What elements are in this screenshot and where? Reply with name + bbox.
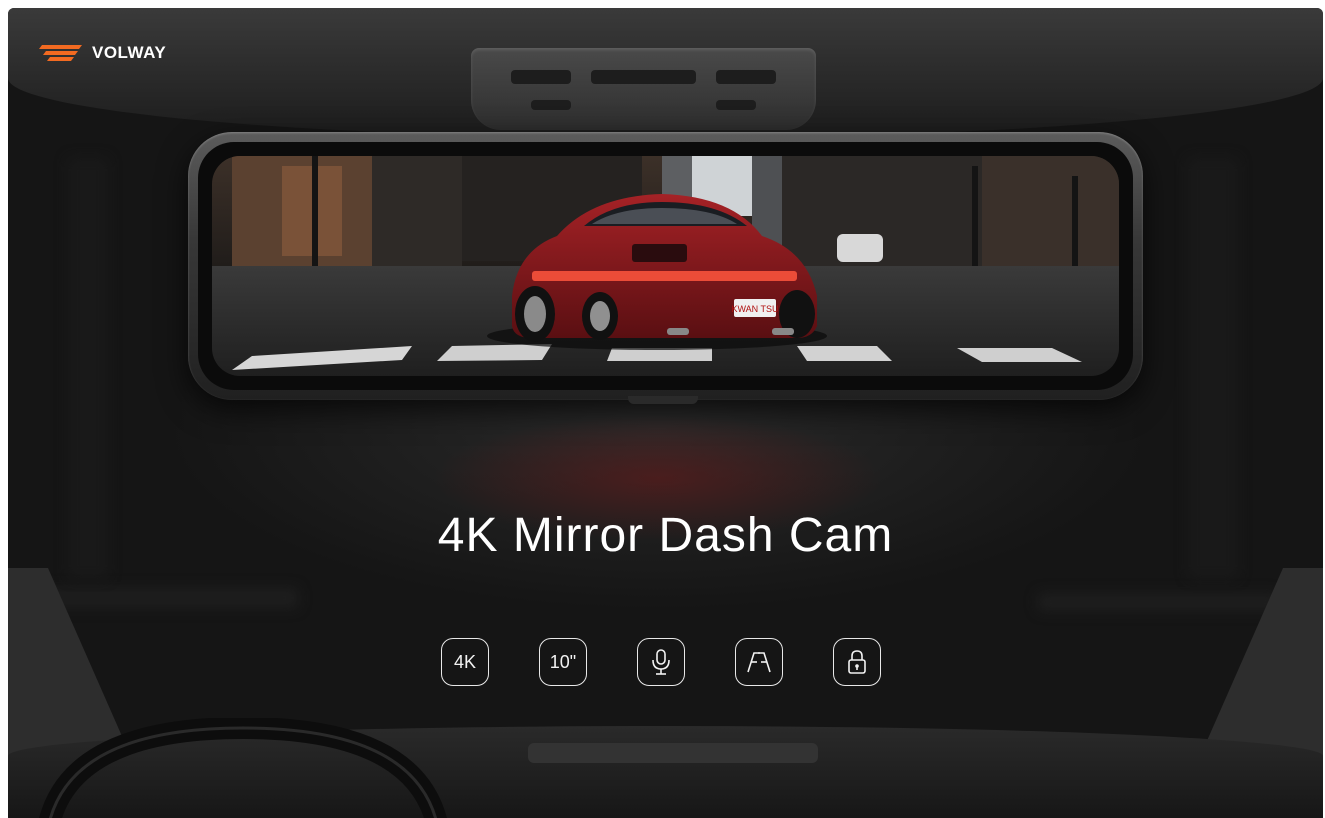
speed-stripes-logo-icon: [39, 45, 82, 61]
mirror-mount: [628, 396, 698, 404]
mirror-screen: KWAN TSU: [212, 156, 1119, 376]
license-plate: KWAN TSU: [731, 304, 778, 314]
lane-assist-icon: [735, 638, 783, 686]
rear-camera-view: KWAN TSU: [212, 156, 1119, 376]
feature-icons-row: 4K 10": [441, 638, 881, 686]
feature-label-screen: 10": [549, 651, 577, 672]
brand-logo[interactable]: VOLWAY: [36, 42, 166, 64]
screen-size-icon: 10": [539, 638, 587, 686]
mirror-dash-cam: KWAN TSU: [188, 132, 1143, 400]
microphone-icon: [637, 638, 685, 686]
overhead-console: [471, 48, 816, 130]
page-title: 4K Mirror Dash Cam: [437, 509, 894, 562]
dashboard-vent: [528, 743, 818, 763]
hero-banner: VOLWAY KWAN TSU 4K Mirror Dash Cam 4K 10…: [8, 8, 1323, 818]
4k-badge-icon: 4K: [441, 638, 489, 686]
lock-icon: [833, 638, 881, 686]
mirror-bezel: KWAN TSU: [198, 142, 1133, 390]
feature-label-4k: 4K: [453, 651, 477, 672]
brand-name: VOLWAY: [92, 43, 167, 62]
steering-wheel-icon: [39, 718, 447, 818]
